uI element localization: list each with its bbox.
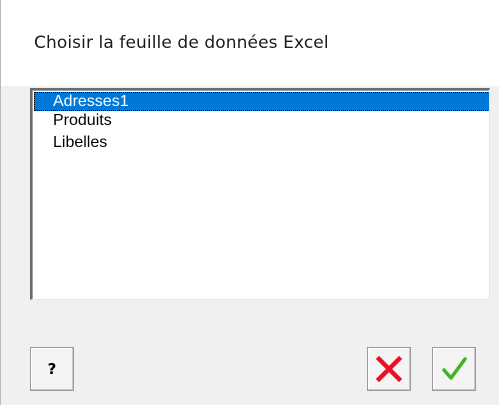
dialog-title: Choisir la feuille de données Excel: [34, 33, 329, 53]
ok-button[interactable]: [432, 347, 476, 391]
window-left-border: [0, 86, 1, 405]
sheet-listbox-inner: Adresses1 Produits Libelles: [32, 90, 489, 299]
green-checkmark-icon: [442, 357, 467, 380]
sheet-list-item-adresses1[interactable]: Adresses1: [34, 92, 489, 111]
sheet-list-item-produits[interactable]: Produits: [34, 111, 489, 130]
help-button[interactable]: ?: [30, 347, 74, 391]
dialog-header: Choisir la feuille de données Excel: [0, 0, 499, 86]
sheet-listbox[interactable]: Adresses1 Produits Libelles: [30, 88, 490, 300]
red-x-icon: [375, 355, 403, 383]
help-icon: ?: [47, 360, 57, 378]
cancel-button[interactable]: [367, 347, 411, 391]
excel-sheet-picker-dialog: Choisir la feuille de données Excel Adre…: [0, 0, 499, 405]
sheet-list-item-libelles[interactable]: Libelles: [34, 133, 489, 152]
